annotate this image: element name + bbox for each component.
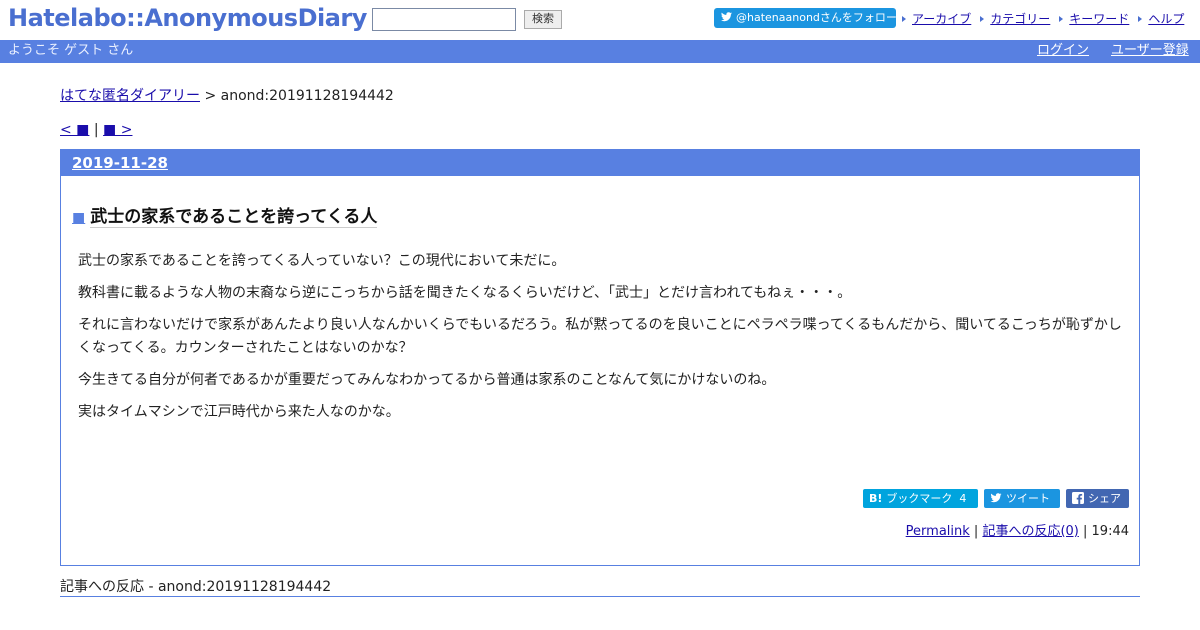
welcome-bar: ようこそ ゲスト さん ログイン ユーザー登録 <box>0 40 1200 63</box>
breadcrumb-separator: > <box>200 88 221 104</box>
entry-time: 19:44 <box>1091 524 1129 539</box>
entry-paragraph: それに言わないだけで家系があんたより良い人なんかいくらでもいるだろう。私が黙って… <box>78 317 1122 356</box>
entry-paragraph: 教科書に載るような人物の末裔なら逆にこっちから話を聞きたくなるくらいだけど、「武… <box>78 285 852 301</box>
entry-paragraph: 実はタイムマシンで江戸時代から来た人なのかな。 <box>78 404 400 420</box>
triangle-right-icon <box>1137 14 1145 24</box>
entry-pager: < ■ | ■ > <box>60 122 132 138</box>
tweet-button[interactable]: ツイート <box>984 489 1060 508</box>
twitter-follow-button[interactable]: @hatenaanondさんをフォロー <box>714 8 896 28</box>
nav-link-category[interactable]: カテゴリー <box>990 10 1050 27</box>
nav-item-archive[interactable]: アーカイブ <box>901 10 971 27</box>
share-buttons: B! ブックマーク 4 ツイート シェア <box>857 489 1129 508</box>
day-header: 2019-11-28 <box>61 150 1139 176</box>
breadcrumb-current: anond:20191128194442 <box>220 88 394 104</box>
reactions-link[interactable]: 記事への反応(0) <box>982 524 1078 539</box>
search-input[interactable] <box>372 8 516 31</box>
entry-title-text: 武士の家系であることを誇ってくる人 <box>90 207 378 228</box>
nav-link-help[interactable]: ヘルプ <box>1148 10 1184 27</box>
next-entry-link[interactable]: ■ > <box>103 122 132 138</box>
twitter-bird-icon <box>990 493 1002 503</box>
nav-link-keyword[interactable]: キーワード <box>1069 10 1129 27</box>
nav-item-category[interactable]: カテゴリー <box>979 10 1050 27</box>
pager-separator: | <box>89 122 104 138</box>
hatena-bookmark-label: ブックマーク <box>886 492 953 505</box>
entry-footer: Permalink | 記事への反応(0) | 19:44 <box>905 524 1129 539</box>
entry-paragraph: 武士の家系であることを誇ってくる人っていない？この現代において未だに。 <box>78 253 566 269</box>
permalink-link[interactable]: Permalink <box>906 524 970 539</box>
top-header: Hatelabo::AnonymousDiary 検索 @hatenaanond… <box>0 0 1200 40</box>
day-section: 2019-11-28 ■ 武士の家系であることを誇ってくる人 武士の家系であること… <box>60 149 1140 566</box>
breadcrumb-home-link[interactable]: はてな匿名ダイアリー <box>60 88 200 104</box>
prev-entry-link[interactable]: < ■ <box>60 122 89 138</box>
entry-paragraph: 今生きてる自分が何者であるかが重要だってみんなわかってるから普通は家系のことなん… <box>78 372 776 388</box>
entry-square-link[interactable]: ■ <box>72 210 85 226</box>
facebook-share-button[interactable]: シェア <box>1066 489 1129 508</box>
register-link[interactable]: ユーザー登録 <box>1111 40 1189 62</box>
triangle-right-icon <box>979 14 987 24</box>
login-link[interactable]: ログイン <box>1037 40 1089 62</box>
nav-item-keyword[interactable]: キーワード <box>1058 10 1129 27</box>
entry-body: 武士の家系であることを誇ってくる人っていない？この現代において未だに。 教科書に… <box>78 250 1130 433</box>
search-button[interactable]: 検索 <box>524 10 562 29</box>
hatena-bookmark-icon: B! <box>869 492 883 505</box>
hatena-bookmark-count: 4 <box>959 492 967 505</box>
breadcrumb: はてな匿名ダイアリー > anond:20191128194442 <box>60 85 394 105</box>
nav-item-help[interactable]: ヘルプ <box>1137 10 1184 27</box>
nav-link-archive[interactable]: アーカイブ <box>912 10 971 27</box>
triangle-right-icon <box>1058 14 1066 24</box>
top-navigation: アーカイブ カテゴリー キーワード ヘルプ <box>901 10 1184 27</box>
twitter-follow-label: @hatenaanondさんをフォロー <box>736 11 896 24</box>
site-logo[interactable]: Hatelabo::AnonymousDiary <box>8 4 367 32</box>
day-date-link[interactable]: 2019-11-28 <box>72 154 168 172</box>
hatena-bookmark-button[interactable]: B! ブックマーク 4 <box>863 489 978 508</box>
twitter-bird-icon <box>721 12 732 22</box>
tweet-label: ツイート <box>1006 492 1050 505</box>
facebook-share-label: シェア <box>1088 492 1121 505</box>
welcome-text: ようこそ ゲスト さん <box>8 43 134 58</box>
facebook-icon <box>1072 492 1084 504</box>
triangle-right-icon <box>901 14 909 24</box>
reactions-section-title: 記事への反応 - anond:20191128194442 <box>60 576 1140 597</box>
entry-title: ■ 武士の家系であることを誇ってくる人 <box>72 202 378 228</box>
